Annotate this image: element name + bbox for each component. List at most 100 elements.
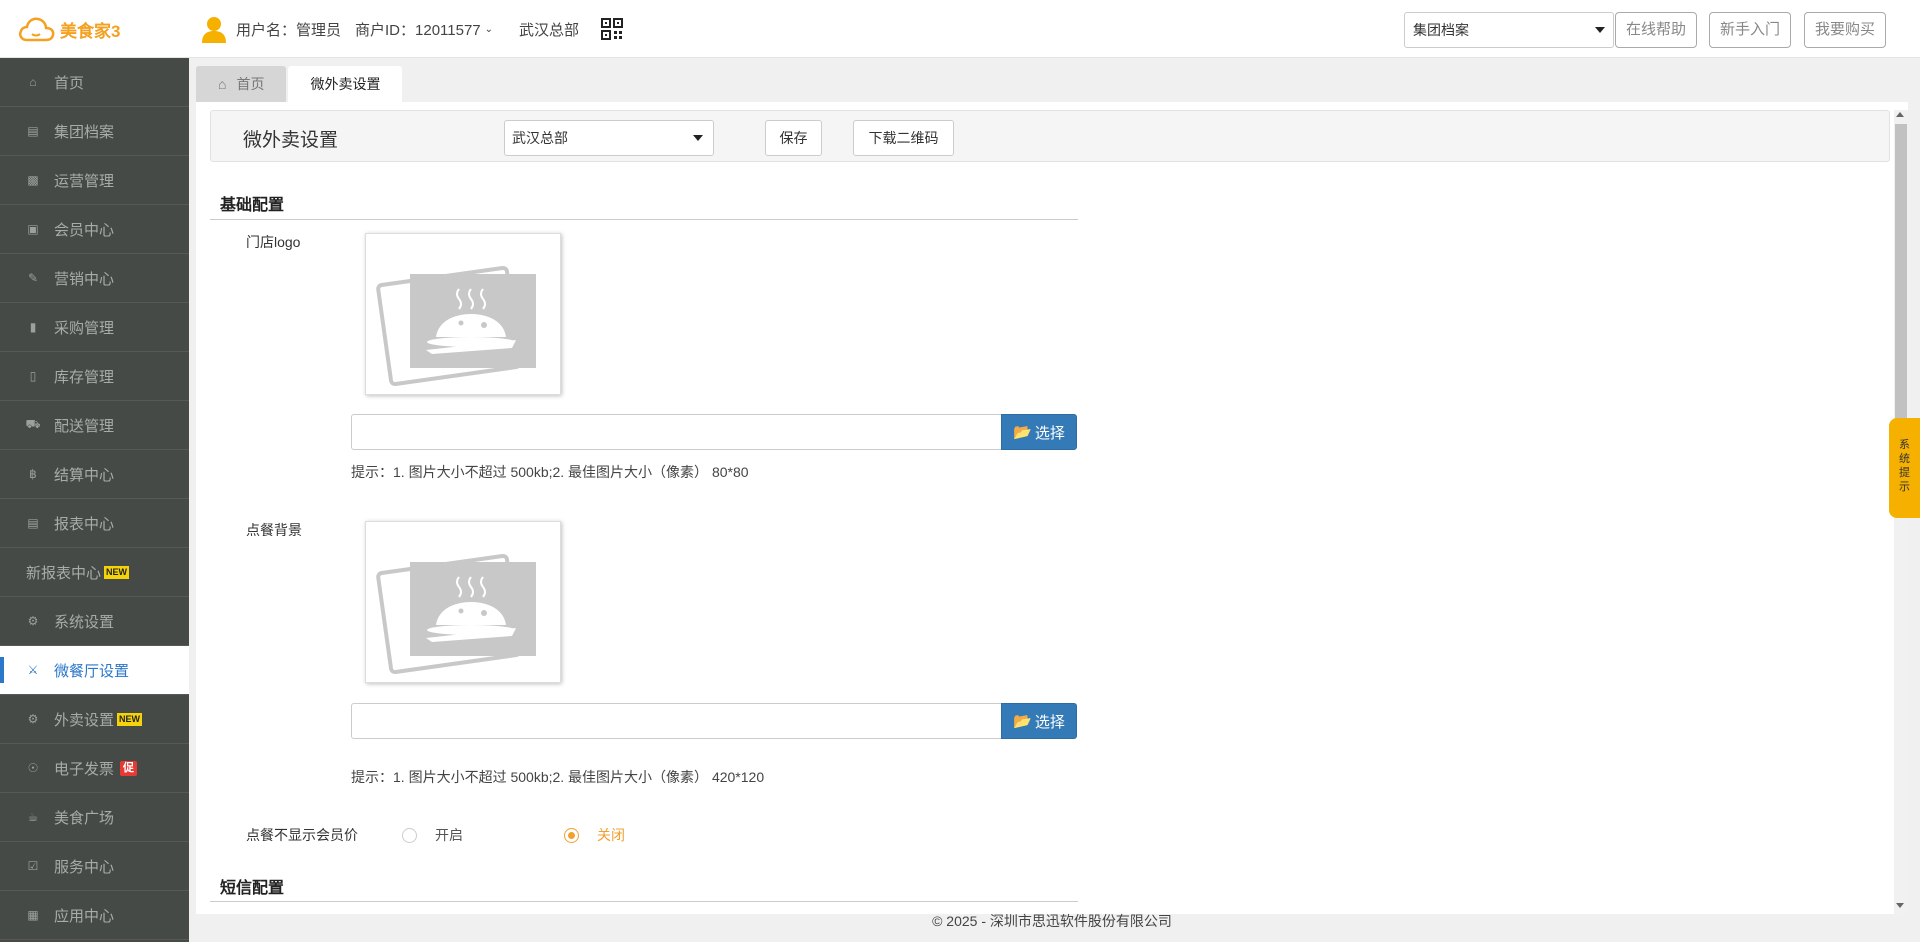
sidebar-item-micro-restaurant[interactable]: ⚔ 微餐厅设置 bbox=[0, 646, 189, 695]
sidebar-item-purchasing[interactable]: ▮ 采购管理 bbox=[0, 303, 189, 352]
order-background-path-input[interactable] bbox=[351, 703, 1005, 739]
sidebar-item-label: 微餐厅设置 bbox=[54, 662, 130, 680]
user-name: 用户名：管理员 bbox=[236, 21, 342, 39]
tablet-icon: ▯ bbox=[29, 369, 37, 383]
system-tip-tab[interactable]: 系 统 提 示 bbox=[1889, 418, 1920, 518]
caret-down-icon bbox=[1595, 27, 1605, 33]
order-background-label: 点餐背景 bbox=[246, 522, 302, 538]
sidebar-item-label: 库存管理 bbox=[54, 368, 115, 386]
sidebar-item-operations[interactable]: ▩ 运营管理 bbox=[0, 156, 189, 205]
sidebar-item-label: 配送管理 bbox=[54, 417, 115, 435]
sidebar-item-label: 服务中心 bbox=[54, 858, 115, 876]
sidebar-item-label: 报表中心 bbox=[54, 515, 115, 533]
choose-label: 选择 bbox=[1034, 713, 1065, 731]
sidebar-item-label: 首页 bbox=[54, 74, 85, 92]
hide-member-price-off-radio[interactable]: 关闭 bbox=[564, 825, 625, 845]
online-help-button[interactable]: 在线帮助 bbox=[1615, 12, 1697, 48]
dish-placeholder-icon bbox=[376, 553, 536, 675]
sidebar-item-settlement[interactable]: ฿ 结算中心 bbox=[0, 450, 189, 499]
sidebar-item-label: 外卖设置 bbox=[54, 711, 115, 729]
page-tabs: ⌂ 首页 微外卖设置 bbox=[196, 66, 404, 102]
logo[interactable]: 美食家3 bbox=[18, 14, 120, 44]
store-select-value: 武汉总部 bbox=[512, 130, 568, 146]
sidebar-item-label: 营销中心 bbox=[54, 270, 115, 288]
sidebar-item-label: 应用中心 bbox=[54, 907, 115, 925]
home-icon: ⌂ bbox=[218, 76, 227, 92]
promo-badge: 促 bbox=[120, 760, 138, 776]
user-avatar-icon bbox=[202, 17, 226, 43]
new-badge: NEW bbox=[104, 565, 130, 579]
hide-member-price-on-radio[interactable]: 开启 bbox=[402, 825, 463, 845]
sidebar: ⌂ 首页 ▤ 集团档案 ▩ 运营管理 ▣ 会员中心 ✎ 营销中心 ▮ 采购管理 … bbox=[0, 58, 189, 942]
bitcoin-icon: ฿ bbox=[29, 467, 37, 481]
section-title-sms: 短信配置 bbox=[220, 880, 285, 897]
qr-code-icon[interactable] bbox=[601, 18, 624, 40]
scrollbar-thumb[interactable] bbox=[1895, 124, 1907, 424]
store-logo-preview[interactable] bbox=[365, 233, 561, 395]
tab-label: 微外卖设置 bbox=[310, 76, 381, 92]
home-icon: ⌂ bbox=[29, 75, 37, 89]
save-button[interactable]: 保存 bbox=[765, 120, 822, 156]
scroll-up-arrow-icon[interactable] bbox=[1896, 112, 1904, 117]
order-background-choose-button[interactable]: 📂 选择 bbox=[1001, 703, 1077, 739]
new-badge: NEW bbox=[117, 712, 143, 726]
store-logo-choose-button[interactable]: 📂 选择 bbox=[1001, 414, 1077, 450]
cutlery-icon: ⚔ bbox=[27, 663, 39, 677]
folder-open-icon: 📂 bbox=[1013, 424, 1032, 441]
beginner-guide-button[interactable]: 新手入门 bbox=[1709, 12, 1791, 48]
sidebar-item-reports[interactable]: ▤ 报表中心 bbox=[0, 499, 189, 548]
edit-icon: ✎ bbox=[27, 271, 39, 285]
radio-label: 关闭 bbox=[597, 827, 625, 843]
system-tip-char: 提 bbox=[1899, 467, 1910, 479]
sidebar-item-label: 会员中心 bbox=[54, 221, 115, 239]
service-icon: ☑ bbox=[27, 859, 39, 873]
tab-takeout-settings[interactable]: 微外卖设置 bbox=[288, 66, 403, 102]
chevron-down-icon[interactable]: ⌄ bbox=[485, 24, 493, 35]
file-icon: ▤ bbox=[27, 124, 39, 138]
book-icon: ▮ bbox=[29, 320, 37, 334]
store-logo-path-input[interactable] bbox=[351, 414, 1005, 450]
tab-home[interactable]: ⌂ 首页 bbox=[196, 66, 287, 102]
sidebar-item-system-settings[interactable]: ⚙ 系统设置 bbox=[0, 597, 189, 646]
sidebar-item-label: 系统设置 bbox=[54, 613, 115, 631]
merchant-id: 商户ID：12011577 bbox=[355, 21, 481, 39]
hide-member-price-label: 点餐不显示会员价 bbox=[246, 827, 358, 843]
sidebar-item-label: 集团档案 bbox=[54, 123, 115, 141]
buy-button[interactable]: 我要购买 bbox=[1804, 12, 1886, 48]
top-select-value: 集团档案 bbox=[1413, 22, 1469, 38]
sidebar-item-delivery[interactable]: ⛟ 配送管理 bbox=[0, 401, 189, 450]
store-select[interactable]: 武汉总部 bbox=[504, 120, 714, 156]
cloud-logo-icon bbox=[19, 17, 55, 42]
app-icon: ▦ bbox=[27, 908, 39, 922]
sidebar-item-takeout-settings[interactable]: ⚙ 外卖设置 NEW bbox=[0, 695, 189, 744]
sidebar-item-marketing[interactable]: ✎ 营销中心 bbox=[0, 254, 189, 303]
section-divider bbox=[210, 901, 1078, 902]
sidebar-item-label: 新报表中心 bbox=[26, 564, 102, 582]
gear-icon: ⚙ bbox=[27, 712, 39, 726]
sidebar-item-food-court[interactable]: ☕ 美食广场 bbox=[0, 793, 189, 842]
user-area: 用户名：管理员 商户ID：12011577 ⌄ 武汉总部 bbox=[200, 14, 624, 44]
sidebar-item-label: 美食广场 bbox=[54, 809, 115, 827]
sidebar-item-app-center[interactable]: ▦ 应用中心 bbox=[0, 891, 189, 940]
invoice-icon: ☉ bbox=[27, 761, 39, 775]
sidebar-item-group-archive[interactable]: ▤ 集团档案 bbox=[0, 107, 189, 156]
download-qr-button[interactable]: 下载二维码 bbox=[853, 120, 954, 156]
sidebar-item-e-invoice[interactable]: ☉ 电子发票 促 bbox=[0, 744, 189, 793]
folder-open-icon: 📂 bbox=[1013, 713, 1032, 730]
bar-chart-icon: ▩ bbox=[27, 173, 39, 187]
order-background-preview[interactable] bbox=[365, 521, 561, 683]
sidebar-item-new-reports[interactable]: 新报表中心 NEW bbox=[0, 548, 189, 597]
sidebar-item-inventory[interactable]: ▯ 库存管理 bbox=[0, 352, 189, 401]
store-logo-label: 门店logo bbox=[246, 234, 301, 250]
choose-label: 选择 bbox=[1034, 424, 1065, 442]
truck-icon: ⛟ bbox=[25, 417, 41, 431]
sidebar-item-members[interactable]: ▣ 会员中心 bbox=[0, 205, 189, 254]
top-module-select[interactable]: 集团档案 bbox=[1404, 12, 1614, 48]
sidebar-item-service-center[interactable]: ☑ 服务中心 bbox=[0, 842, 189, 891]
main-content: 微外卖设置 武汉总部 保存 下载二维码 基础配置 门店logo 📂 选择 提示：… bbox=[196, 102, 1908, 914]
sidebar-item-home[interactable]: ⌂ 首页 bbox=[0, 58, 189, 107]
gears-icon: ⚙ bbox=[27, 614, 39, 628]
section-divider bbox=[210, 219, 1078, 220]
system-tip-char: 示 bbox=[1899, 481, 1910, 493]
scroll-down-arrow-icon[interactable] bbox=[1896, 903, 1904, 908]
